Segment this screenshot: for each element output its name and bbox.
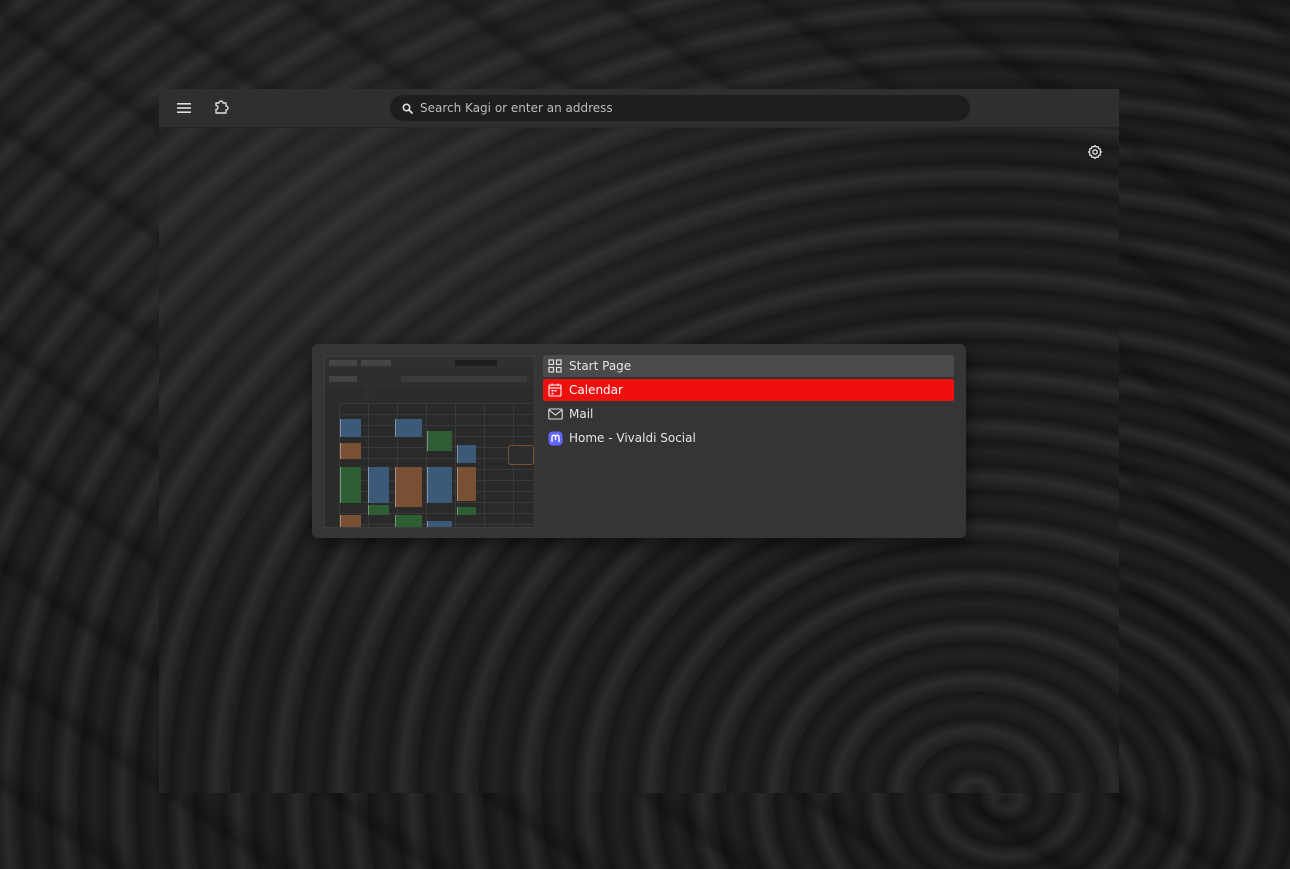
tab-calendar[interactable]: Calendar — [543, 379, 954, 401]
preview-event — [427, 521, 452, 527]
puzzle-extension-icon — [213, 97, 231, 119]
address-bar[interactable] — [390, 95, 970, 121]
calendar-icon — [547, 382, 563, 398]
preview-new-event — [329, 360, 357, 366]
mail-icon — [547, 406, 563, 422]
preview-today-button — [329, 376, 357, 382]
preview-event — [395, 467, 422, 507]
browser-toolbar — [159, 89, 1119, 128]
grid-icon — [547, 358, 563, 374]
mastodon-icon — [547, 430, 563, 446]
preview-search-box — [455, 360, 497, 366]
preview-event — [427, 431, 452, 451]
tab-label: Calendar — [569, 383, 623, 397]
tab-label: Mail — [569, 407, 594, 421]
tab-label: Home - Vivaldi Social — [569, 431, 696, 445]
preview-event — [395, 515, 422, 527]
preview-event — [427, 467, 452, 503]
tab-vivaldi-social[interactable]: Home - Vivaldi Social — [543, 427, 954, 449]
gear-icon — [1087, 144, 1103, 164]
preview-view-tabs — [401, 376, 527, 382]
preview-calendars-menu — [361, 360, 391, 366]
preview-event — [340, 515, 361, 527]
preview-add-event-button — [508, 445, 534, 465]
extensions-button[interactable] — [209, 95, 235, 121]
tab-start-page[interactable]: Start Page — [543, 355, 954, 377]
tab-switcher-list: Start Page Calendar Mail Home - Vivaldi … — [543, 355, 954, 451]
preview-event — [368, 505, 389, 515]
tab-label: Start Page — [569, 359, 632, 373]
preview-date-range — [365, 373, 375, 401]
preview-event — [395, 419, 422, 437]
tab-switcher-popup: Start Page Calendar Mail Home - Vivaldi … — [312, 344, 966, 538]
preview-event — [340, 443, 361, 459]
preview-event — [340, 419, 361, 437]
preview-event — [457, 445, 476, 463]
address-input[interactable] — [420, 101, 970, 115]
preview-event — [457, 467, 476, 501]
hamburger-menu-icon — [177, 99, 191, 118]
preview-event — [368, 467, 389, 503]
tab-mail[interactable]: Mail — [543, 403, 954, 425]
menu-button[interactable] — [171, 95, 197, 121]
search-icon — [394, 102, 420, 114]
tab-preview-thumbnail — [324, 356, 535, 528]
preview-event — [340, 467, 361, 503]
start-page-settings-button[interactable] — [1085, 144, 1105, 164]
preview-event — [457, 507, 476, 515]
